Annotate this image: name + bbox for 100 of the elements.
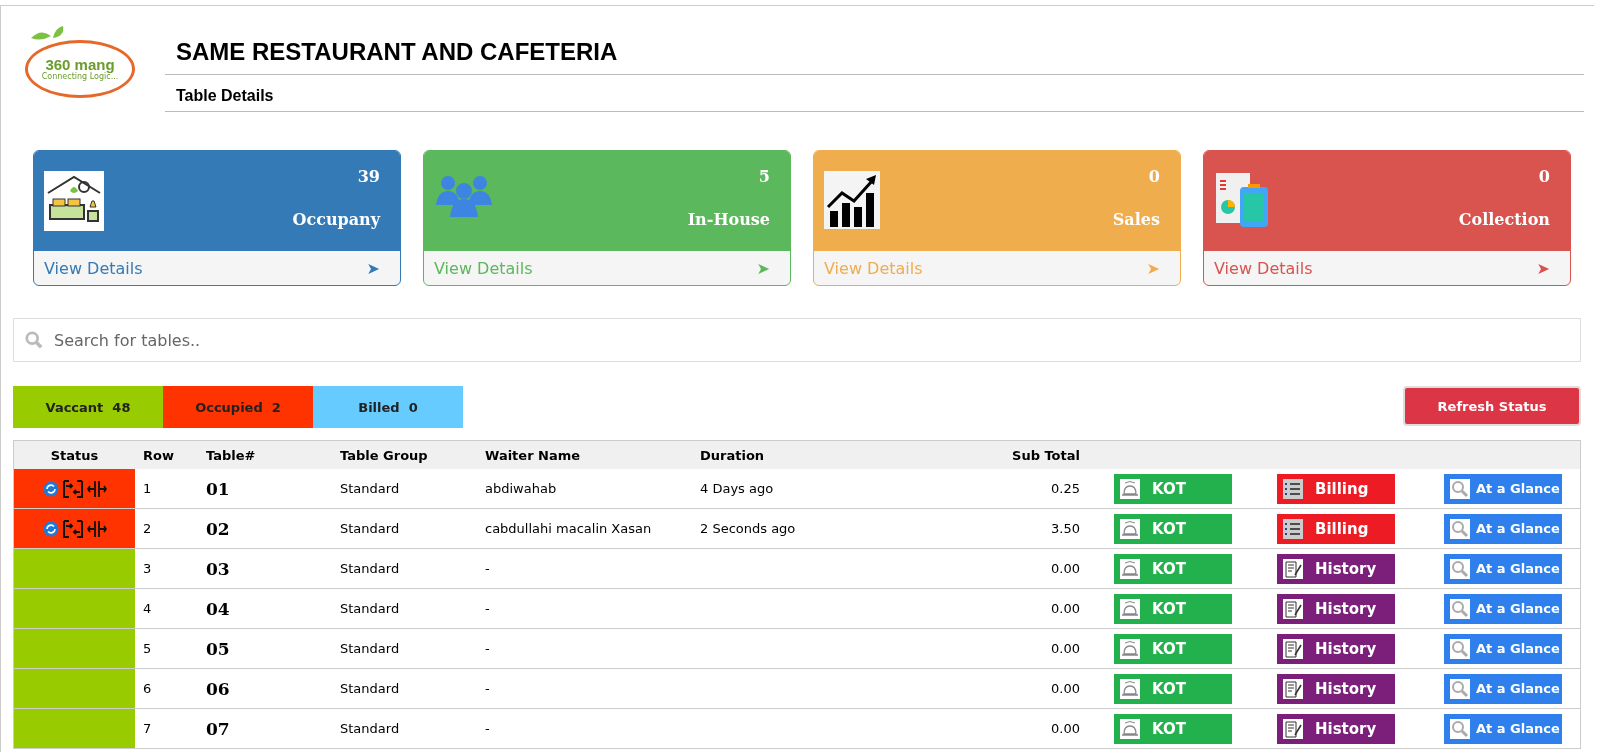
waiter-name: - <box>485 601 491 616</box>
table-number: 04 <box>205 598 231 619</box>
at-a-glance-button[interactable]: At a Glance <box>1444 553 1562 584</box>
refresh-icon[interactable] <box>42 480 59 497</box>
billing-button[interactable]: Billing <box>1277 513 1395 544</box>
table-number: 03 <box>205 558 231 579</box>
waiter-name: abdiwahab <box>485 481 558 496</box>
at-a-glance-button[interactable]: At a Glance <box>1444 633 1562 664</box>
view-details-link[interactable]: View Details ➤ <box>1204 251 1570 285</box>
search-field[interactable]: Search for tables.. <box>13 318 1581 362</box>
billing-button[interactable]: Billing <box>1277 473 1395 504</box>
table-number: 07 <box>205 718 231 739</box>
card-label: Occupany <box>292 210 380 229</box>
row-number: 7 <box>142 721 153 736</box>
list-icon <box>1283 518 1303 539</box>
row-number: 4 <box>142 601 153 616</box>
row-number: 3 <box>142 561 153 576</box>
magnifier-icon <box>1450 678 1470 699</box>
bell-icon <box>1120 558 1140 579</box>
status-filter[interactable]: Billed 0 <box>313 386 463 428</box>
growth-chart-icon <box>824 171 880 229</box>
row-number: 6 <box>142 681 153 696</box>
sub-total: 0.00 <box>1050 561 1080 576</box>
column-header: Sub Total <box>1011 447 1080 463</box>
table-group: Standard <box>340 561 485 576</box>
history-button[interactable]: History <box>1277 673 1395 704</box>
merge-icon[interactable] <box>62 479 83 498</box>
refresh-icon[interactable] <box>42 520 59 537</box>
waiter-name: - <box>485 561 491 576</box>
card-value: 5 <box>758 167 770 186</box>
refresh-status-button[interactable]: Refresh Status <box>1403 386 1581 426</box>
kot-button[interactable]: KOT <box>1114 553 1232 584</box>
column-header: Status <box>49 447 100 463</box>
bell-icon <box>1120 718 1140 739</box>
card-label: Collection <box>1458 210 1550 229</box>
magnifier-icon <box>1450 598 1470 619</box>
document-icon <box>1283 678 1303 699</box>
magnifier-icon <box>1450 478 1470 499</box>
split-icon[interactable] <box>86 519 107 538</box>
restaurant-title: SAME RESTAURANT AND CAFETERIA <box>165 38 1584 75</box>
table-number: 02 <box>205 518 231 539</box>
magnifier-icon <box>1450 518 1470 539</box>
sub-total: 3.50 <box>1050 521 1080 536</box>
duration: 4 Days ago <box>700 481 775 496</box>
sub-total: 0.25 <box>1050 481 1080 496</box>
bell-icon <box>1120 678 1140 699</box>
list-icon <box>1283 478 1303 499</box>
card-label: Sales <box>1112 210 1160 229</box>
at-a-glance-button[interactable]: At a Glance <box>1444 593 1562 624</box>
table-group: Standard <box>340 721 485 736</box>
magnifier-icon <box>1450 558 1470 579</box>
table-number: 05 <box>205 638 231 659</box>
column-header: Table Group <box>340 447 429 463</box>
bell-icon <box>1120 478 1140 499</box>
history-button[interactable]: History <box>1277 553 1395 584</box>
view-details-link[interactable]: View Details ➤ <box>424 251 790 285</box>
waiter-name: - <box>485 721 491 736</box>
kot-button[interactable]: KOT <box>1114 633 1232 664</box>
magnifier-icon <box>1450 718 1470 739</box>
row-number: 5 <box>142 641 153 656</box>
view-details-link[interactable]: View Details ➤ <box>34 251 400 285</box>
table-group: Standard <box>340 641 485 656</box>
table-group: Standard <box>340 481 485 496</box>
at-a-glance-button[interactable]: At a Glance <box>1444 513 1562 544</box>
status-filter[interactable]: Vaccant 48 <box>13 386 163 428</box>
bell-icon <box>1120 518 1140 539</box>
at-a-glance-button[interactable]: At a Glance <box>1444 713 1562 744</box>
bedroom-icon <box>44 171 104 231</box>
status-filter[interactable]: Occupied 2 <box>163 386 313 428</box>
card-value: 39 <box>357 167 380 186</box>
kot-button[interactable]: KOT <box>1114 673 1232 704</box>
at-a-glance-button[interactable]: At a Glance <box>1444 473 1562 504</box>
search-icon <box>25 331 43 349</box>
kot-button[interactable]: KOT <box>1114 473 1232 504</box>
kot-button[interactable]: KOT <box>1114 513 1232 544</box>
sub-total: 0.00 <box>1050 721 1080 736</box>
kot-button[interactable]: KOT <box>1114 713 1232 744</box>
split-icon[interactable] <box>86 479 107 498</box>
document-icon <box>1283 558 1303 579</box>
table-group: Standard <box>340 681 485 696</box>
history-button[interactable]: History <box>1277 713 1395 744</box>
column-header: Waiter Name <box>485 447 582 463</box>
table-group: Standard <box>340 601 485 616</box>
merge-icon[interactable] <box>62 519 83 538</box>
kot-button[interactable]: KOT <box>1114 593 1232 624</box>
at-a-glance-button[interactable]: At a Glance <box>1444 673 1562 704</box>
row-number: 2 <box>142 521 153 536</box>
waiter-name: cabdullahi macalin Xasan <box>485 521 653 536</box>
document-icon <box>1283 598 1303 619</box>
receipt-phone-icon <box>1214 171 1270 229</box>
table-group: Standard <box>340 521 485 536</box>
page-subtitle: Table Details <box>165 75 1584 112</box>
history-button[interactable]: History <box>1277 633 1395 664</box>
waiter-name: - <box>485 681 491 696</box>
document-icon <box>1283 718 1303 739</box>
table-number: 06 <box>205 678 231 699</box>
history-button[interactable]: History <box>1277 593 1395 624</box>
column-header: Duration <box>700 447 766 463</box>
column-header: Table# <box>205 447 257 463</box>
card-value: 0 <box>1148 167 1160 186</box>
